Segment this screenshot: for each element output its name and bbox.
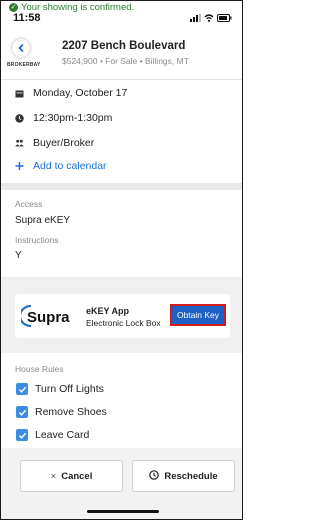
add-to-calendar-label: Add to calendar — [33, 160, 107, 172]
add-to-calendar-link[interactable]: Add to calendar — [15, 160, 107, 172]
reschedule-label: Reschedule — [164, 470, 218, 482]
check-icon: ✓ — [9, 3, 18, 12]
phone-screen: ✓ Your showing is confirmed. 11:58 BROKE… — [0, 0, 243, 520]
close-icon: × — [50, 470, 57, 482]
status-icons — [190, 14, 232, 22]
wifi-icon — [204, 14, 214, 22]
brokerbay-logo: BROKERBAY — [7, 62, 41, 68]
listing-header: BROKERBAY 2207 Bench Boulevard $524,900 … — [1, 29, 242, 75]
chevron-left-icon — [18, 44, 24, 52]
cancel-label: Cancel — [61, 470, 93, 482]
house-rule-item[interactable]: Turn Off Lights — [16, 383, 104, 395]
house-rule-label: Remove Shoes — [35, 406, 107, 418]
obtain-key-button[interactable]: Obtain Key — [170, 304, 226, 326]
house-rule-item[interactable]: Remove Shoes — [16, 406, 107, 418]
instructions-label: Instructions — [15, 235, 59, 245]
banner-text: Your showing is confirmed. — [21, 2, 135, 13]
showing-time-row: 12:30pm-1:30pm — [15, 112, 112, 124]
attendee-type: Buyer/Broker — [33, 137, 95, 149]
svg-text:Supra: Supra — [27, 309, 70, 326]
ekey-card: Supra eKEY App Electronic Lock Box Obtai… — [15, 294, 230, 338]
plus-icon — [15, 161, 24, 171]
checkbox-checked-icon[interactable] — [16, 429, 28, 441]
instructions-value: Y — [15, 250, 22, 261]
cancel-button[interactable]: × Cancel — [20, 460, 123, 492]
listing-subtitle: $524,900 • For Sale • Billings, MT — [62, 56, 189, 66]
house-rule-label: Turn Off Lights — [35, 383, 104, 395]
ekey-app-name: eKEY App — [86, 306, 130, 316]
reschedule-button[interactable]: Reschedule — [132, 460, 235, 492]
showing-time: 12:30pm-1:30pm — [33, 112, 113, 124]
people-icon — [15, 139, 24, 148]
checkbox-checked-icon[interactable] — [16, 406, 28, 418]
signal-icon — [190, 14, 201, 22]
clock-outline-icon — [149, 469, 160, 483]
calendar-icon — [15, 89, 24, 98]
back-button[interactable] — [12, 39, 30, 57]
status-time: 11:58 — [13, 12, 41, 24]
home-indicator — [87, 510, 159, 513]
showing-date: Monday, October 17 — [33, 87, 128, 99]
house-rule-label: Leave Card — [35, 429, 90, 441]
access-label: Access — [15, 199, 43, 209]
house-rule-item[interactable]: Leave Card — [16, 429, 89, 441]
clock-icon — [15, 113, 24, 123]
ekey-section: Supra eKEY App Electronic Lock Box Obtai… — [1, 277, 242, 353]
house-rules-label: House Rules — [15, 364, 64, 374]
confirmation-banner: ✓ Your showing is confirmed. — [9, 2, 141, 13]
supra-logo: Supra — [21, 304, 70, 328]
battery-icon — [217, 14, 232, 22]
header-divider — [1, 79, 242, 80]
attendee-row: Buyer/Broker — [15, 137, 94, 149]
ekey-app-subtitle: Electronic Lock Box — [86, 318, 161, 328]
showing-date-row: Monday, October 17 — [15, 87, 127, 99]
footer-actions: × Cancel Reschedule — [1, 448, 242, 519]
access-value: Supra eKEY — [15, 215, 71, 226]
section-separator — [1, 183, 242, 190]
listing-title: 2207 Bench Boulevard — [62, 40, 186, 52]
checkbox-checked-icon[interactable] — [16, 383, 28, 395]
